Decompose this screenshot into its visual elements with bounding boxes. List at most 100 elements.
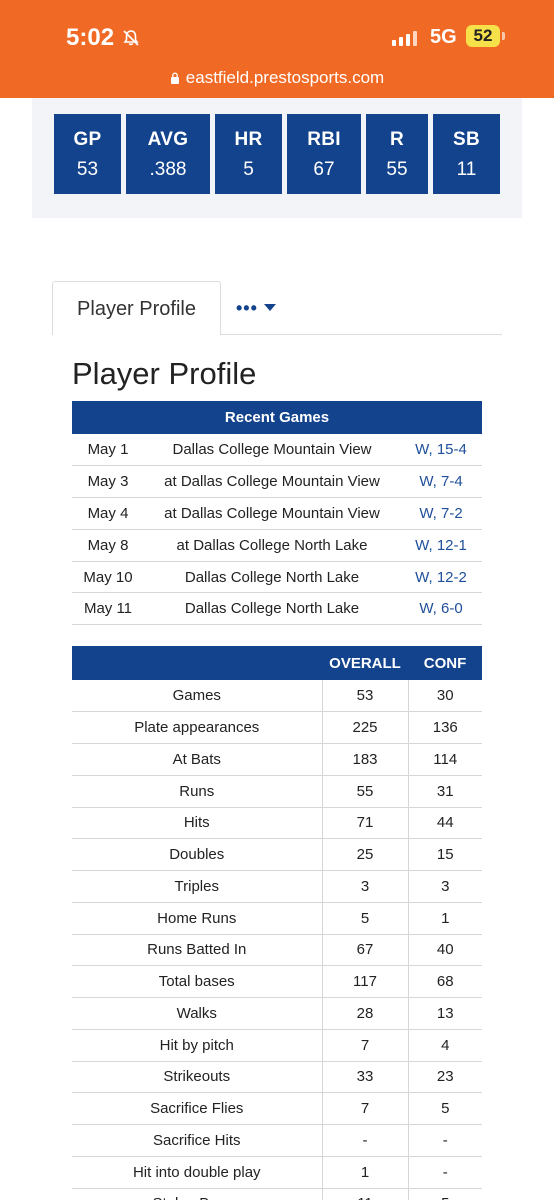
stat-overall: 28 <box>321 997 408 1030</box>
game-result-link[interactable]: W, 15-4 <box>400 434 482 467</box>
stat-overall: 67 <box>321 934 408 967</box>
stat-row: Sacrifice Flies 7 5 <box>72 1092 482 1125</box>
stat-overall: 53 <box>321 680 408 713</box>
stat-row: Stolen Bases115 <box>72 1188 482 1200</box>
game-opponent: Dallas College North Lake <box>144 561 400 594</box>
game-opponent: Dallas College North Lake <box>144 592 400 626</box>
table-header-row: Recent Games <box>72 401 482 434</box>
game-result-link[interactable]: W, 6-0 <box>400 592 482 626</box>
recent-game-row: May 11 Dallas College North Lake W, 6-0 <box>72 592 482 626</box>
game-date: May 1 <box>72 434 144 467</box>
more-dots: ••• <box>236 297 258 318</box>
stat-name: Total bases <box>72 965 322 998</box>
stat-overall: 5 <box>321 902 408 935</box>
stat-conf: 1 <box>407 902 482 935</box>
stat-row: Runs Batted In 67 40 <box>72 934 482 967</box>
game-result-link[interactable]: W, 12-1 <box>400 529 482 562</box>
stat-name: At Bats <box>72 743 322 776</box>
stat-label: SB <box>453 129 480 150</box>
stat-row: Doubles 25 15 <box>72 838 482 871</box>
stat-name: Hit by pitch <box>72 1029 322 1062</box>
game-opponent: at Dallas College Mountain View <box>144 465 400 499</box>
stat-overall: 55 <box>321 775 408 808</box>
battery-tip <box>502 32 505 40</box>
stat-overall: - <box>321 1124 408 1157</box>
stat-card-gp: GP 53 <box>54 114 121 194</box>
game-date: May 3 <box>72 465 144 499</box>
stat-value: 53 <box>76 159 99 180</box>
stat-conf: 3 <box>407 870 482 903</box>
stat-row: Hit by pitch 7 4 <box>72 1029 482 1062</box>
stat-cards-panel: GP 53 AVG .388 HR 5 RBI 67 R 55 SB 11 <box>32 98 522 218</box>
recent-game-row: May 3 at Dallas College Mountain View W, 7… <box>72 465 482 499</box>
stat-overall: 71 <box>321 807 408 840</box>
stat-row: Games 53 30 <box>72 680 482 713</box>
bell-muted-icon <box>123 30 139 46</box>
recent-games-table: Recent Games May 1 Dallas College Mountai… <box>72 401 482 626</box>
stat-name: Home Runs <box>72 902 322 935</box>
stat-name: Sacrifice Flies <box>72 1092 322 1125</box>
stat-name: Strikeouts <box>72 1061 322 1094</box>
game-opponent: at Dallas College North Lake <box>144 529 400 562</box>
stat-row: Strikeouts 33 23 <box>72 1061 482 1094</box>
stat-row: Hit into double play 1- <box>72 1156 482 1189</box>
stat-conf: - <box>407 1124 482 1157</box>
stat-value: 5 <box>243 159 254 180</box>
browser-top-bar: 5:02 5G 52 eastfield.prestosports.com <box>0 0 554 98</box>
stat-name: Sacrifice Hits <box>72 1124 322 1157</box>
stat-conf: 44 <box>407 807 482 840</box>
stat-name: Games <box>72 680 322 713</box>
recent-game-row: May 8 at Dallas College North Lake W, 12-1 <box>72 529 482 562</box>
stat-card-sb: SB 11 <box>433 114 500 194</box>
game-result-link[interactable]: W, 7-4 <box>400 465 482 499</box>
stat-conf: 30 <box>407 680 482 713</box>
stat-card-rbi: RBI 67 <box>287 114 361 194</box>
status-time: 5:02 <box>66 24 115 51</box>
tab-player-profile[interactable]: Player Profile <box>52 281 221 335</box>
recent-game-row: May 1 Dallas College Mountain View W, 15-4 <box>72 434 482 467</box>
battery-icon: 52 <box>466 25 500 47</box>
stat-conf: 5 <box>407 1188 482 1200</box>
stat-label: AVG <box>147 129 189 150</box>
stat-conf: 15 <box>407 838 482 871</box>
network-type: 5G <box>430 26 457 48</box>
season-stats-table: OVERALL CONF Games 53 30 Plate appearances 2… <box>72 646 482 1200</box>
stat-row: At Bats 183 114 <box>72 743 482 776</box>
stat-label: GP <box>73 129 102 150</box>
recent-games-header: Recent Games <box>72 401 482 434</box>
stat-overall: 33 <box>321 1061 408 1094</box>
game-date: May 8 <box>72 529 144 562</box>
stat-conf: 40 <box>407 934 482 967</box>
stat-card-avg: AVG .388 <box>126 114 210 194</box>
game-date: May 11 <box>72 592 144 626</box>
stat-value: 11 <box>456 159 477 180</box>
game-result-link[interactable]: W, 12-2 <box>400 561 482 594</box>
stat-name: Stolen Bases <box>72 1188 322 1200</box>
stat-name: Doubles <box>72 838 322 871</box>
url-text: eastfield.prestosports.com <box>185 68 385 87</box>
stat-conf: 5 <box>407 1092 482 1125</box>
page-title: Player Profile <box>72 356 257 391</box>
stat-name: Runs Batted In <box>72 934 322 967</box>
tab-more-dropdown[interactable]: ••• <box>236 296 276 320</box>
stat-overall: 11 <box>321 1188 408 1200</box>
stat-row: Plate appearances 225 136 <box>72 711 482 744</box>
caret-down-icon <box>263 304 276 311</box>
stat-conf: 136 <box>407 711 482 744</box>
stat-row: Total bases 117 68 <box>72 965 482 998</box>
stat-conf: 31 <box>407 775 482 808</box>
stat-conf: 13 <box>407 997 482 1030</box>
stat-name: Triples <box>72 870 322 903</box>
game-date: May 4 <box>72 497 144 530</box>
recent-game-row: May 4 at Dallas College Mountain View W, 7… <box>72 497 482 530</box>
column-header-stat <box>72 646 322 680</box>
signal-icon <box>392 30 417 46</box>
stat-row: Sacrifice Hits - - <box>72 1124 482 1157</box>
stat-conf: 68 <box>407 965 482 998</box>
game-result-link[interactable]: W, 7-2 <box>400 497 482 530</box>
address-bar[interactable]: eastfield.prestosports.com <box>0 68 554 88</box>
stat-overall: 117 <box>321 965 408 998</box>
stat-row: Home Runs 5 1 <box>72 902 482 935</box>
stat-conf: 114 <box>407 743 482 776</box>
tab-divider <box>221 334 502 335</box>
